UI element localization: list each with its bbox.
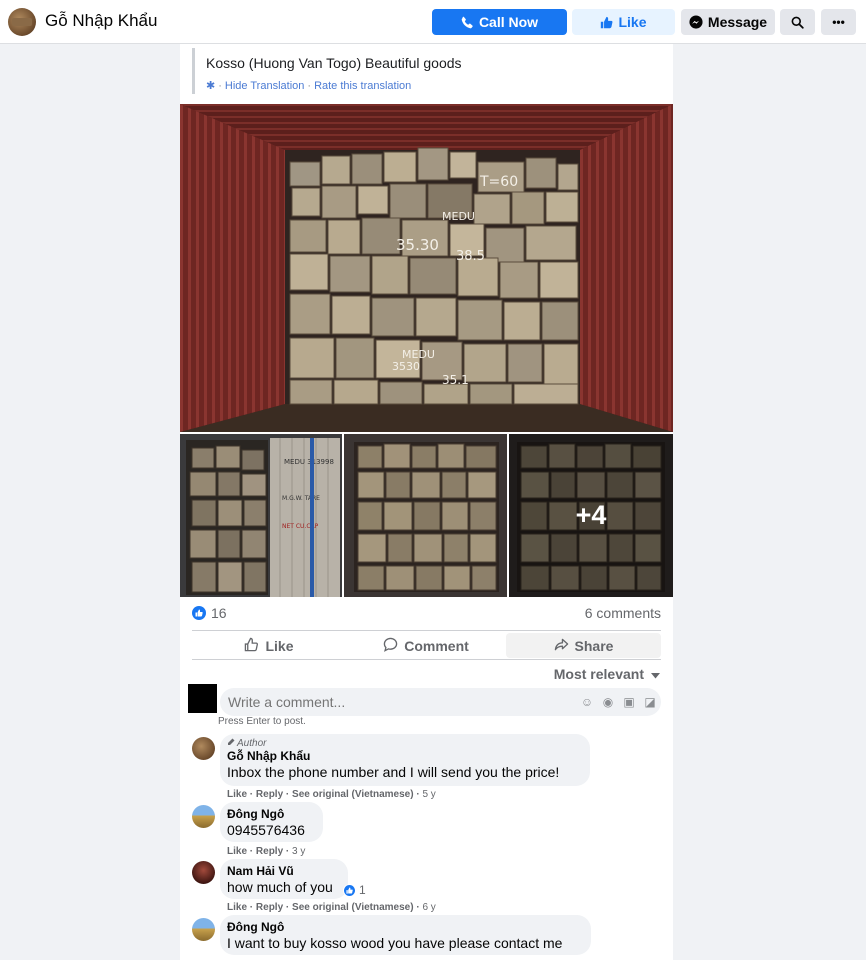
translation-block: Kosso (Huong Van Togo) Beautiful goods ✱… xyxy=(192,48,662,94)
comment-bubble: Nam Hải Vũ how much of you xyxy=(220,859,348,899)
message-button[interactable]: Message xyxy=(681,9,775,35)
composer-tools: ☺ ◉ ▣ ◪ xyxy=(580,695,657,709)
more-dots-icon: ••• xyxy=(832,15,845,29)
comment-reaction-count: 1 xyxy=(359,883,366,897)
avatar[interactable] xyxy=(192,737,215,760)
comment-age[interactable]: 3 y xyxy=(292,846,305,857)
chalk-mark: T=60 xyxy=(479,174,518,190)
comment-text: 0945576436 xyxy=(227,822,305,838)
page-like-label: Like xyxy=(618,14,647,30)
thumbs-up-icon xyxy=(244,637,259,655)
composer-hint: Press Enter to post. xyxy=(218,716,306,727)
post-photo-main[interactable]: T=60 MEDU 35.30 38.5 MEDU 3530 35.1 xyxy=(180,104,673,432)
more-options-button[interactable]: ••• xyxy=(821,9,856,35)
see-original-link[interactable]: See original (Vietnamese) xyxy=(292,789,414,800)
post-actions: Like Comment Share xyxy=(192,630,661,660)
messenger-icon xyxy=(689,15,703,29)
comment-age[interactable]: 6 y xyxy=(422,902,435,913)
post-text: Kosso (Huong Van Togo) Beautiful goods xyxy=(206,55,462,71)
chalk-mark: 38.5 xyxy=(456,249,485,264)
post-card: Kosso (Huong Van Togo) Beautiful goods ✱… xyxy=(180,44,673,960)
comment-count[interactable]: 6 comments xyxy=(585,605,661,621)
current-user-avatar xyxy=(188,684,217,713)
post-photo-thumb[interactable] xyxy=(344,434,507,597)
author-badge: Author xyxy=(227,738,580,749)
search-icon xyxy=(791,16,804,29)
comment-reply-link[interactable]: Reply xyxy=(256,902,283,913)
share-label: Share xyxy=(574,637,614,654)
like-button[interactable]: Like xyxy=(192,633,346,658)
comment-text: how much of you xyxy=(227,879,333,895)
comment-reply-link[interactable]: Reply xyxy=(256,846,283,857)
comment-like-link[interactable]: Like xyxy=(227,902,247,913)
comment-meta: Like · Reply · See original (Vietnamese)… xyxy=(227,789,436,800)
page-name[interactable]: Gỗ Nhập Khẩu xyxy=(45,11,157,31)
comment-meta: Like · Reply · 3 y xyxy=(227,846,306,857)
page-header: Gỗ Nhập Khẩu Call Now Like Message ••• xyxy=(0,0,866,44)
page-avatar[interactable] xyxy=(8,8,36,36)
comment-bubble: Đông Ngô I want to buy kosso wood you ha… xyxy=(220,915,591,955)
call-now-label: Call Now xyxy=(478,14,539,30)
reaction-count[interactable]: 16 xyxy=(211,605,227,621)
container-marking: MEDU 313998 xyxy=(284,458,334,466)
link-separator: · xyxy=(307,79,312,92)
chalk-mark: 35.1 xyxy=(442,373,469,387)
avatar[interactable] xyxy=(192,805,215,828)
avatar[interactable] xyxy=(192,918,215,941)
page-like-button[interactable]: Like xyxy=(572,9,675,35)
comment-meta: Like · Reply · See original (Vietnamese)… xyxy=(227,902,436,913)
comment-label: Comment xyxy=(404,637,469,654)
comment-bubble: Đông Ngô 0945576436 xyxy=(220,802,323,842)
comment-text: I want to buy kosso wood you have please… xyxy=(227,935,563,951)
share-button[interactable]: Share xyxy=(506,633,661,658)
chalk-mark: 3530 xyxy=(392,360,420,373)
search-button[interactable] xyxy=(780,9,815,35)
comment-button[interactable]: Comment xyxy=(349,633,503,658)
comment-author[interactable]: Gỗ Nhập Khẩu xyxy=(227,749,580,764)
post-photo-thumb[interactable]: MEDU 313998 M.G.W. TARE NET CU.CAP xyxy=(180,434,342,597)
pencil-icon xyxy=(227,738,235,749)
caret-down-icon xyxy=(651,666,660,682)
reaction-summary: 16 6 comments xyxy=(192,605,661,627)
see-original-link[interactable]: See original (Vietnamese) xyxy=(292,902,414,913)
comment-sort-dropdown[interactable]: Most relevant xyxy=(554,666,660,682)
link-separator: · xyxy=(218,79,222,92)
comment-author[interactable]: Đông Ngô xyxy=(227,920,581,935)
comment-reply-link[interactable]: Reply xyxy=(256,789,283,800)
comment-author[interactable]: Đông Ngô xyxy=(227,807,313,822)
chalk-mark: 35.30 xyxy=(396,236,439,254)
avatar[interactable] xyxy=(192,861,215,884)
message-label: Message xyxy=(707,14,768,30)
like-label: Like xyxy=(265,637,294,654)
hide-translation-link[interactable]: Hide Translation xyxy=(225,80,305,92)
thumbs-up-icon xyxy=(600,16,613,29)
chalk-mark: MEDU xyxy=(442,210,475,223)
camera-icon[interactable]: ◉ xyxy=(601,695,615,709)
comment-author[interactable]: Nam Hải Vũ xyxy=(227,864,338,879)
like-reaction-icon xyxy=(343,883,356,897)
sort-label: Most relevant xyxy=(553,666,644,682)
more-photos-overlay[interactable]: +4 xyxy=(509,434,673,597)
gear-icon: ✱ xyxy=(206,80,216,92)
share-arrow-icon xyxy=(554,637,569,655)
gif-icon[interactable]: ▣ xyxy=(622,695,636,709)
rate-translation-link[interactable]: Rate this translation xyxy=(314,80,411,92)
comment-like-link[interactable]: Like xyxy=(227,789,247,800)
translation-links: ✱ · Hide Translation · Rate this transla… xyxy=(206,79,411,93)
comment-age[interactable]: 5 y xyxy=(422,789,435,800)
emoji-icon[interactable]: ☺ xyxy=(580,695,594,709)
comment-like-link[interactable]: Like xyxy=(227,846,247,857)
phone-icon xyxy=(461,16,474,29)
post-photo-thumb[interactable]: +4 xyxy=(509,434,673,597)
comment-text: Inbox the phone number and I will send y… xyxy=(227,764,560,780)
sticker-icon[interactable]: ◪ xyxy=(643,695,657,709)
container-marking: M.G.W. TARE xyxy=(282,495,320,502)
author-badge-label: Author xyxy=(237,738,267,749)
call-now-button[interactable]: Call Now xyxy=(432,9,567,35)
comment-bubble-icon xyxy=(383,637,398,655)
like-reaction-icon[interactable] xyxy=(192,606,206,620)
comment-reactions[interactable]: 1 xyxy=(343,883,366,897)
comment-bubble: Author Gỗ Nhập Khẩu Inbox the phone numb… xyxy=(220,734,590,786)
